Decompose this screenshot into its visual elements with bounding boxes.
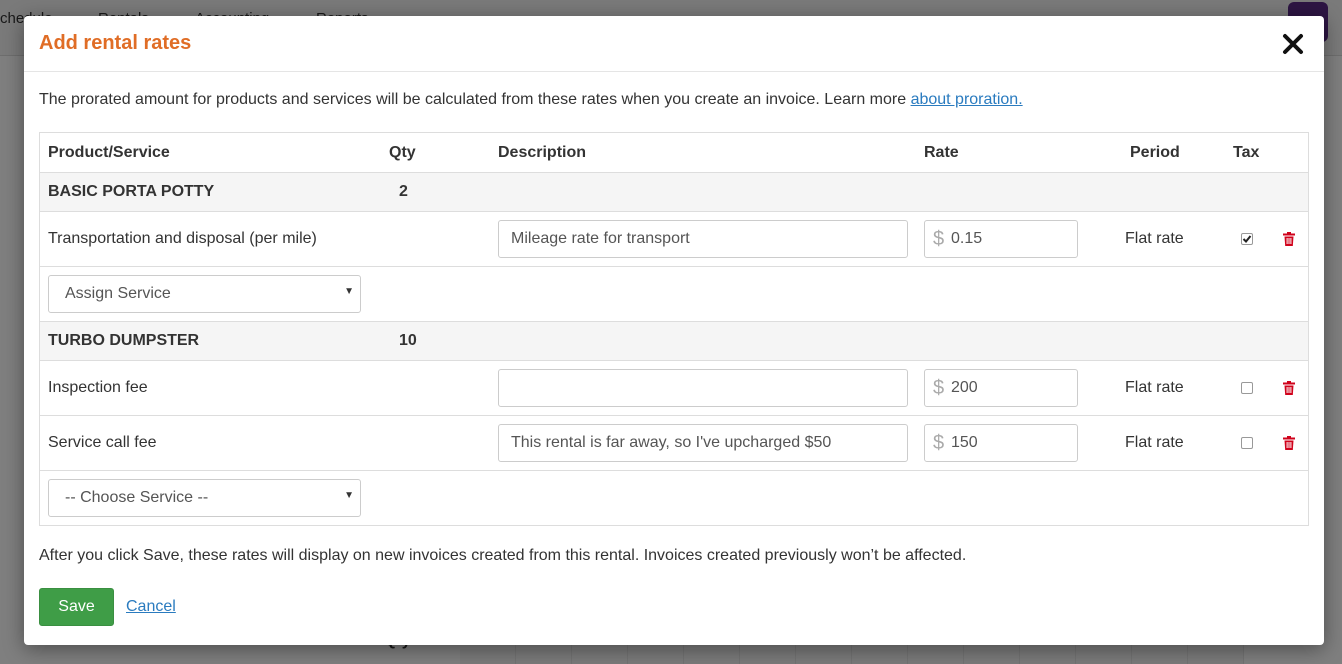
product-qty: 2 <box>399 183 408 200</box>
service-name: Service call fee <box>48 434 157 451</box>
rates-table: Product/Service Qty Description Rate Per… <box>39 132 1309 526</box>
checkmark-icon <box>1242 235 1252 243</box>
trash-icon[interactable] <box>1283 381 1295 395</box>
col-tax: Tax <box>1233 143 1260 161</box>
select-value: -- Choose Service -- <box>65 489 209 506</box>
intro-text-body: The prorated amount for products and ser… <box>39 91 911 108</box>
rate-input[interactable]: $ 0.15 <box>924 220 1078 258</box>
tax-checkbox[interactable] <box>1241 382 1253 394</box>
description-input[interactable] <box>498 220 908 258</box>
cancel-link[interactable]: Cancel <box>126 598 176 616</box>
col-product-service: Product/Service <box>48 143 170 161</box>
close-icon <box>1283 34 1303 54</box>
product-qty: 10 <box>399 332 417 349</box>
col-qty: Qty <box>389 143 416 161</box>
caret-down-icon: ▼ <box>344 286 354 297</box>
description-input[interactable] <box>498 424 908 462</box>
rate-value[interactable]: 150 <box>951 434 978 452</box>
dollar-icon: $ <box>933 432 945 454</box>
service-name: Transportation and disposal (per mile) <box>48 230 317 247</box>
service-name: Inspection fee <box>48 379 148 396</box>
trash-icon[interactable] <box>1283 232 1295 246</box>
period-value: Flat rate <box>1125 434 1184 451</box>
service-row: Inspection fee $ 200 Flat rate <box>40 360 1308 415</box>
table-header-row: Product/Service Qty Description Rate Per… <box>40 133 1308 172</box>
product-name: BASIC PORTA POTTY <box>48 183 215 200</box>
tax-checkbox[interactable] <box>1241 233 1253 245</box>
description-input[interactable] <box>498 369 908 407</box>
trash-icon[interactable] <box>1283 436 1295 450</box>
rate-value[interactable]: 0.15 <box>951 230 982 248</box>
footer-note: After you click Save, these rates will d… <box>39 547 967 564</box>
product-name: TURBO DUMPSTER <box>48 332 200 349</box>
product-group-row: TURBO DUMPSTER 10 <box>40 321 1308 360</box>
save-button[interactable]: Save <box>39 588 114 626</box>
assign-service-select[interactable]: Assign Service ▼ <box>48 275 361 313</box>
dollar-icon: $ <box>933 377 945 399</box>
service-row: Service call fee $ 150 Flat rate <box>40 415 1308 470</box>
col-rate: Rate <box>924 143 959 161</box>
rate-input[interactable]: $ 150 <box>924 424 1078 462</box>
assign-service-row: Assign Service ▼ <box>40 266 1308 321</box>
col-description: Description <box>498 143 587 161</box>
select-value: Assign Service <box>65 285 171 302</box>
tax-checkbox[interactable] <box>1241 437 1253 449</box>
add-rental-rates-modal: Add rental rates The prorated amount for… <box>24 16 1324 645</box>
period-value: Flat rate <box>1125 379 1184 396</box>
intro-text: The prorated amount for products and ser… <box>39 91 1023 109</box>
modal-header: Add rental rates <box>24 16 1324 72</box>
rate-input[interactable]: $ 200 <box>924 369 1078 407</box>
period-value: Flat rate <box>1125 230 1184 247</box>
service-row: Transportation and disposal (per mile) $… <box>40 211 1308 266</box>
col-period: Period <box>1130 143 1180 161</box>
choose-service-row: -- Choose Service -- ▼ <box>40 470 1308 525</box>
caret-down-icon: ▼ <box>344 490 354 501</box>
modal-title: Add rental rates <box>39 32 192 54</box>
rate-value[interactable]: 200 <box>951 379 978 397</box>
dollar-icon: $ <box>933 228 945 250</box>
close-button[interactable] <box>1280 32 1306 58</box>
choose-service-select[interactable]: -- Choose Service -- ▼ <box>48 479 361 517</box>
product-group-row: BASIC PORTA POTTY 2 <box>40 172 1308 211</box>
about-proration-link[interactable]: about proration. <box>911 91 1023 108</box>
